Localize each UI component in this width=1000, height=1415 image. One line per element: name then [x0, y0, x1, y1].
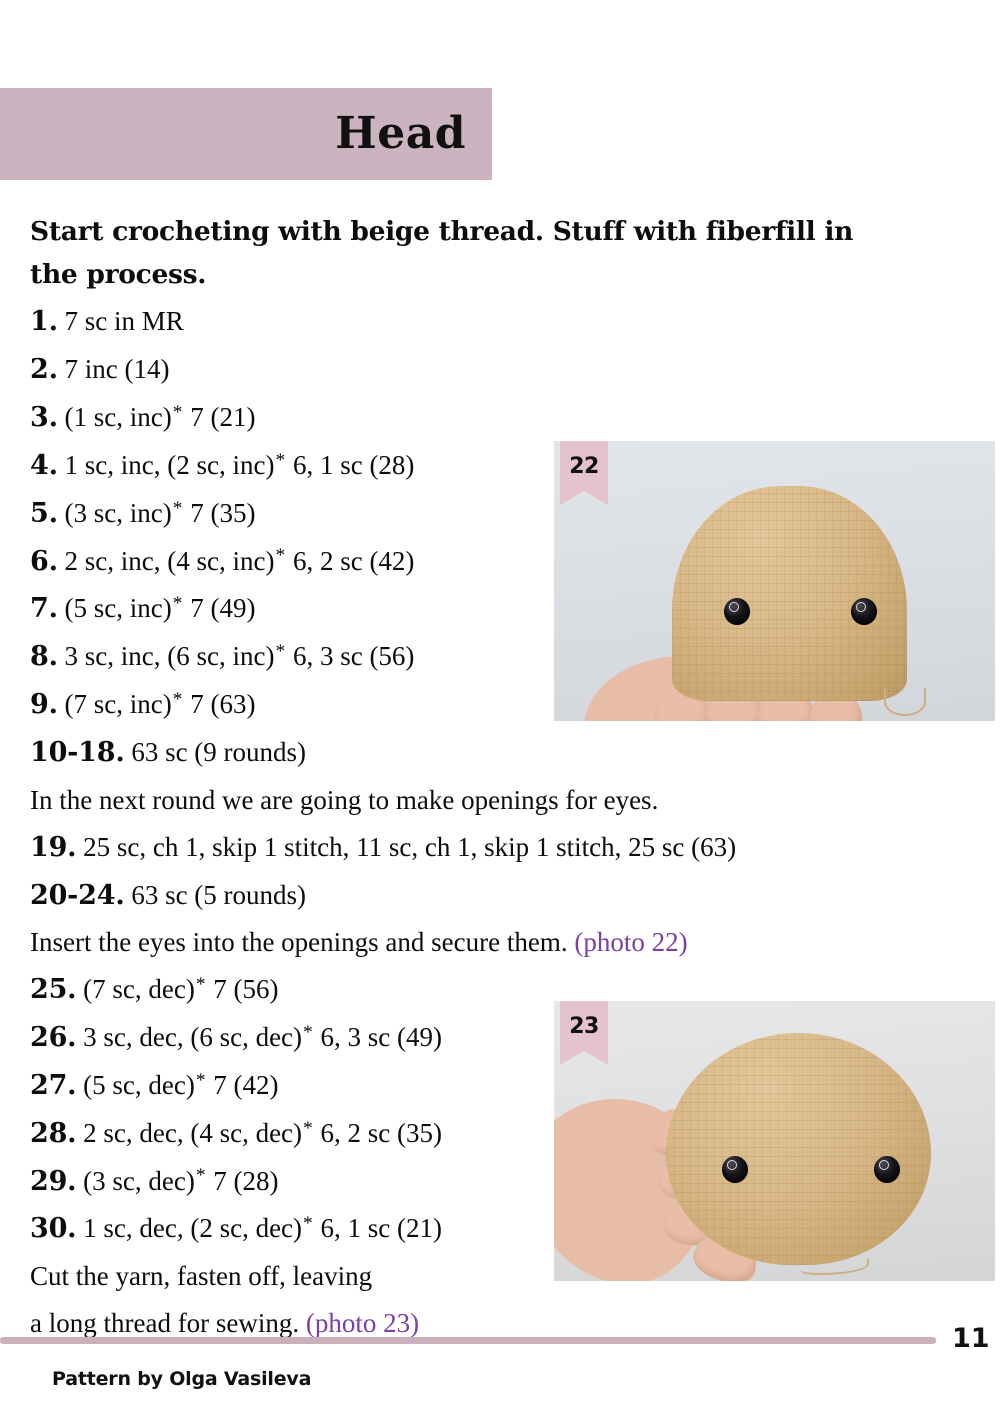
round-text-pre: (5 sc, inc)	[64, 593, 172, 624]
photo-reference-22: (photo 22)	[574, 927, 688, 958]
yarn-tail	[884, 688, 926, 716]
repeat-asterisk: *	[195, 974, 206, 996]
round-number: 5.	[30, 497, 58, 529]
round-number: 2.	[30, 354, 58, 386]
round-text-pre: (7 sc, inc)	[64, 689, 172, 720]
round-text-post: 6, 3 sc (49)	[320, 1022, 442, 1053]
repeat-asterisk: *	[303, 1213, 313, 1235]
round-number: 8.	[30, 641, 58, 673]
footer-divider	[0, 1337, 936, 1344]
round-number: 3.	[30, 402, 58, 434]
round-text-post: 6, 3 sc (56)	[292, 641, 415, 672]
round-number: 6.	[30, 545, 58, 577]
round-text-pre: (3 sc, inc)	[64, 497, 172, 528]
round-row: 2. 7 inc (14)	[30, 346, 930, 394]
round-text-post: 7 (42)	[213, 1069, 279, 1100]
pattern-credit: Pattern by Olga Vasileva	[52, 1368, 312, 1390]
note-eye-openings: In the next round we are going to make o…	[30, 784, 659, 815]
round-text-post: 6, 1 sc (28)	[292, 449, 415, 480]
round-text-post: 6, 2 sc (35)	[320, 1117, 442, 1148]
round-text-post: 6, 1 sc (21)	[320, 1213, 442, 1244]
repeat-asterisk: *	[275, 449, 286, 471]
pattern-page: Head Start crocheting with beige thread.…	[0, 0, 1000, 1415]
round-text-post: 7 (49)	[190, 593, 256, 624]
repeat-asterisk: *	[172, 688, 183, 710]
round-text: 63 sc (5 rounds)	[131, 879, 307, 910]
round-text-pre: 2 sc, dec, (4 sc, dec)	[83, 1117, 303, 1148]
round-number: 27.	[30, 1069, 77, 1101]
repeat-asterisk: *	[172, 497, 183, 519]
round-text-pre: 3 sc, dec, (6 sc, dec)	[83, 1022, 303, 1053]
round-number: 29.	[30, 1165, 77, 1197]
repeat-asterisk: *	[303, 1117, 313, 1139]
round-text-post: 6, 2 sc (42)	[292, 545, 415, 576]
round-text-pre: 2 sc, inc, (4 sc, inc)	[64, 545, 275, 576]
repeat-asterisk: *	[195, 1165, 206, 1187]
round-text-post: 7 (28)	[213, 1165, 279, 1196]
round-number: 20-24.	[30, 879, 125, 911]
round-text: 63 sc (9 rounds)	[131, 736, 307, 767]
repeat-asterisk: *	[172, 593, 183, 615]
repeat-asterisk: *	[172, 401, 183, 423]
closing-text: a long thread for sewing.	[30, 1308, 300, 1339]
round-text-pre: (3 sc, dec)	[83, 1165, 195, 1196]
intro-paragraph: Start crocheting with beige thread. Stuf…	[30, 216, 854, 291]
round-number: 9.	[30, 689, 58, 721]
crochet-head-dome	[672, 486, 907, 701]
round-row: 19. 25 sc, ch 1, skip 1 stitch, 11 sc, c…	[30, 824, 930, 872]
eye-right	[851, 598, 877, 625]
round-text-post: 7 (35)	[190, 497, 256, 528]
round-text-pre: (5 sc, dec)	[83, 1069, 195, 1100]
photo-23: 23	[554, 1001, 995, 1281]
repeat-asterisk: *	[275, 641, 286, 663]
repeat-asterisk: *	[195, 1069, 206, 1091]
round-row: 10-18. 63 sc (9 rounds)	[30, 729, 930, 777]
page-number: 11	[952, 1323, 990, 1354]
photo-reference-23: (photo 23)	[305, 1308, 420, 1339]
round-text-post: 7 (63)	[190, 689, 256, 720]
page-title: Head	[335, 108, 466, 159]
round-number: 26.	[30, 1022, 77, 1054]
round-text: 25 sc, ch 1, skip 1 stitch, 11 sc, ch 1,…	[83, 831, 737, 862]
round-text-post: 7 (21)	[190, 402, 256, 433]
round-row: 20-24. 63 sc (5 rounds)	[30, 872, 930, 920]
round-text-pre: (1 sc, inc)	[64, 402, 172, 433]
round-text-pre: 3 sc, inc, (6 sc, inc)	[64, 641, 275, 672]
photo-22: 22	[554, 441, 995, 721]
round-number: 4.	[30, 449, 58, 481]
round-text: 7 sc in MR	[64, 306, 184, 337]
round-number: 25.	[30, 974, 77, 1006]
photo-badge-number: 22	[569, 454, 599, 479]
round-text: 7 inc (14)	[64, 354, 170, 385]
round-number: 10-18.	[30, 736, 125, 768]
crochet-head-ball	[666, 1033, 931, 1265]
round-number: 1.	[30, 306, 58, 338]
note-insert-eyes: Insert the eyes into the openings and se…	[30, 919, 930, 966]
round-text-pre: 1 sc, dec, (2 sc, dec)	[83, 1213, 303, 1244]
round-text-pre: (7 sc, dec)	[83, 974, 195, 1005]
rounds-list-middle: 19. 25 sc, ch 1, skip 1 stitch, 11 sc, c…	[30, 824, 930, 920]
round-number: 30.	[30, 1213, 77, 1245]
round-row: 3. (1 sc, inc)* 7 (21)	[30, 394, 930, 442]
eye-left	[724, 598, 750, 625]
eye-left	[722, 1156, 748, 1183]
repeat-asterisk: *	[275, 545, 286, 567]
section-header-band: Head	[0, 88, 492, 180]
round-text-post: 7 (56)	[213, 974, 279, 1005]
round-text-pre: 1 sc, inc, (2 sc, inc)	[64, 449, 275, 480]
round-row: 1. 7 sc in MR	[30, 298, 930, 346]
eye-right	[874, 1156, 900, 1183]
repeat-asterisk: *	[303, 1021, 313, 1043]
note-text: Insert the eyes into the openings and se…	[30, 927, 568, 958]
round-number: 19.	[30, 831, 77, 863]
round-number: 7.	[30, 593, 58, 625]
photo-badge-number: 23	[569, 1014, 599, 1039]
round-number: 28.	[30, 1117, 77, 1149]
